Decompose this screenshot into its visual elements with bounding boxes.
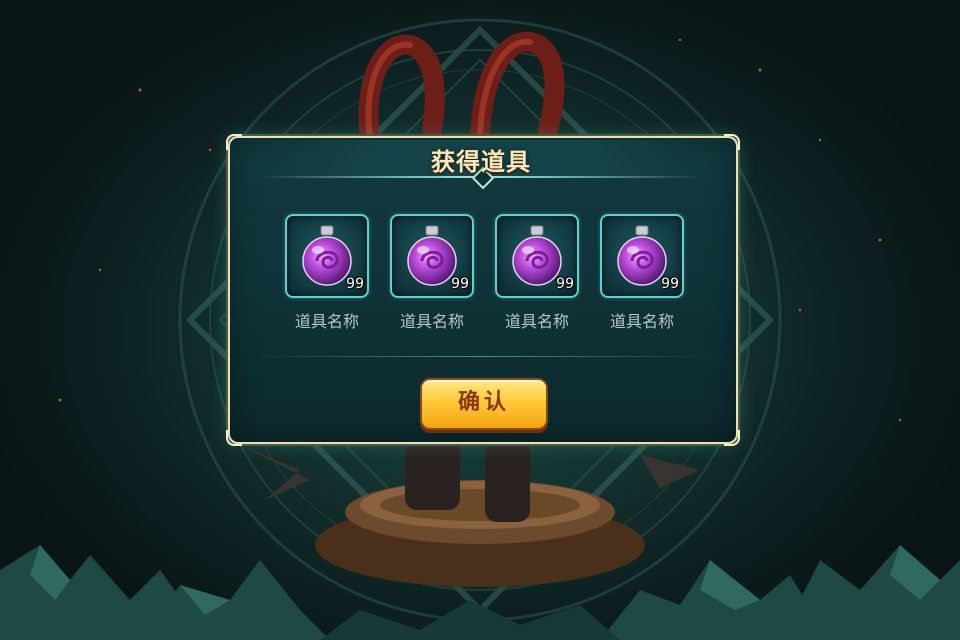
pedestal [315,480,645,587]
item-name: 道具名称 [294,312,359,331]
item-name: 道具名称 [609,312,674,331]
game-scene: 获得道具 99 道具名称 99 道具名称 99 道具名称 99 道具名称 确认 [0,0,960,640]
item-slot[interactable]: 99 [495,214,579,298]
item-name: 道具名称 [504,312,569,331]
item-slot[interactable]: 99 [390,214,474,298]
dialog-divider [250,356,712,357]
item-count: 99 [661,276,679,292]
item-slot[interactable]: 99 [285,214,369,298]
item-count: 99 [556,276,574,292]
item-slot[interactable]: 99 [600,214,684,298]
dialog-corner-ornament [724,430,740,446]
item-name: 道具名称 [399,312,464,331]
dialog-title: 获得道具 [431,148,531,176]
reward-item-list: 99 道具名称 99 道具名称 99 道具名称 99 道具名称 [285,214,685,334]
confirm-button[interactable]: 确认 [420,378,548,430]
item-count: 99 [451,276,469,292]
item-count: 99 [346,276,364,292]
creature-horns [358,31,565,160]
reward-dialog: 获得道具 99 道具名称 99 道具名称 99 道具名称 99 道具名称 确认 [226,134,740,446]
dialog-corner-ornament [226,430,242,446]
